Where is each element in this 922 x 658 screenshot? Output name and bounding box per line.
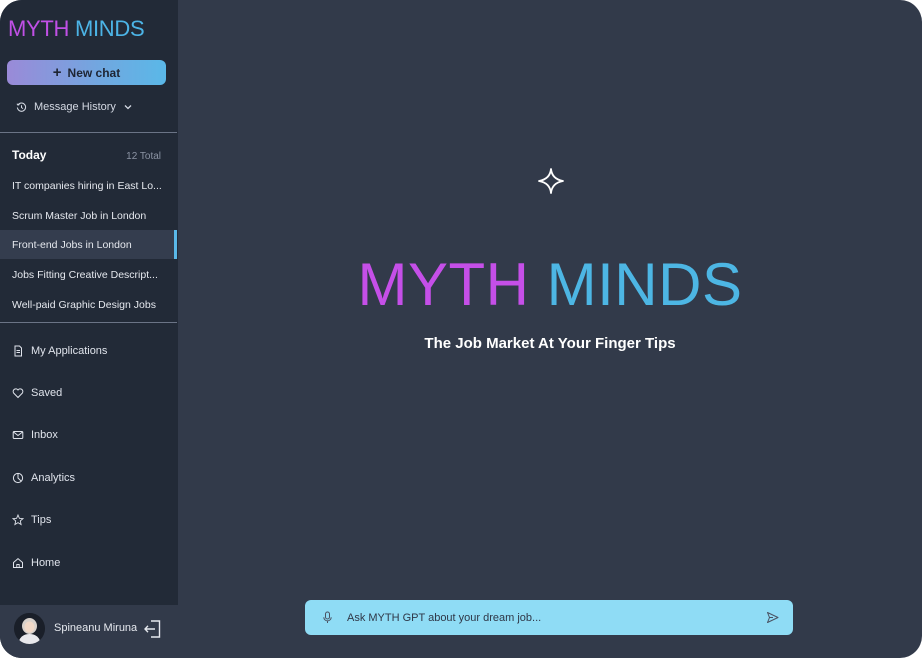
nav-item-label: Inbox (31, 429, 58, 441)
hero-title-part2: MINDS (546, 251, 743, 318)
divider (0, 322, 177, 323)
chevron-down-icon (124, 105, 132, 110)
nav-item-label: My Applications (31, 345, 108, 357)
history-item-label: Jobs Fitting Creative Descript... (12, 268, 158, 281)
nav-item-label: Analytics (31, 472, 76, 484)
nav-item-label: Home (31, 557, 61, 569)
chat-input[interactable] (345, 606, 749, 630)
star-icon (12, 514, 24, 526)
nav-item-inbox[interactable]: Inbox (12, 425, 58, 445)
tagline: The Job Market At Your Finger Tips (424, 335, 676, 352)
brand-logo-part2: MINDS (74, 16, 145, 41)
history-item-label: Front-end Jobs in London (12, 238, 132, 251)
history-item[interactable]: Scrum Master Job in London (0, 201, 177, 230)
total-count: 12 Total (126, 151, 161, 162)
nav-item-label: Tips (31, 514, 52, 526)
brand-logo[interactable]: MYTH MINDS (8, 16, 145, 42)
nav-item-my-applications[interactable]: My Applications (12, 341, 107, 361)
avatar[interactable] (14, 613, 45, 644)
history-item[interactable]: IT companies hiring in East Lo... (0, 171, 177, 200)
history-item-active[interactable]: Front-end Jobs in London (0, 230, 177, 259)
heart-icon (12, 388, 24, 399)
avatar-image (14, 613, 45, 644)
app-window: MYTH MINDS + New chat Message History To… (0, 0, 922, 658)
divider (0, 132, 177, 133)
plus-icon: + (52, 64, 62, 81)
history-item-label: Scrum Master Job in London (12, 209, 147, 222)
history-item-label: Well-paid Graphic Design Jobs (12, 298, 156, 311)
history-item[interactable]: Jobs Fitting Creative Descript... (0, 260, 177, 289)
message-history-toggle[interactable]: Message History (16, 101, 133, 113)
nav-item-tips[interactable]: Tips (12, 510, 51, 530)
history-item[interactable]: Well-paid Graphic Design Jobs (0, 290, 177, 319)
today-header: Today 12 Total (12, 148, 161, 162)
logout-icon[interactable] (142, 618, 164, 640)
send-icon[interactable] (766, 611, 779, 624)
history-item-label: IT companies hiring in East Lo... (12, 179, 162, 192)
hero-title-part1: MYTH (357, 251, 530, 318)
microphone-icon[interactable] (321, 611, 334, 624)
home-icon (13, 557, 23, 568)
sparkle-icon (538, 168, 564, 194)
new-chat-button[interactable]: + New chat (7, 60, 166, 85)
new-chat-label: New chat (67, 65, 121, 80)
mail-icon (12, 431, 24, 439)
document-icon (14, 345, 22, 357)
main-panel: MYTH MINDS The Job Market At Your Finger… (178, 0, 922, 658)
message-history-label: Message History (34, 101, 116, 113)
brand-logo-part1: MYTH (8, 16, 70, 41)
chat-input-bar (305, 600, 793, 635)
nav-item-analytics[interactable]: Analytics (12, 468, 75, 488)
user-profile-bar: Spineanu Miruna (0, 605, 178, 658)
hero-title: MYTH MINDS (178, 250, 922, 319)
user-name: Spineanu Miruna (54, 622, 138, 634)
nav-item-label: Saved (31, 387, 63, 399)
nav-item-home[interactable]: Home (12, 553, 60, 573)
today-label: Today (12, 148, 47, 162)
pie-chart-icon (12, 472, 24, 484)
history-icon (16, 102, 27, 112)
sidebar: MYTH MINDS + New chat Message History To… (0, 0, 178, 658)
nav-item-saved[interactable]: Saved (12, 383, 62, 403)
